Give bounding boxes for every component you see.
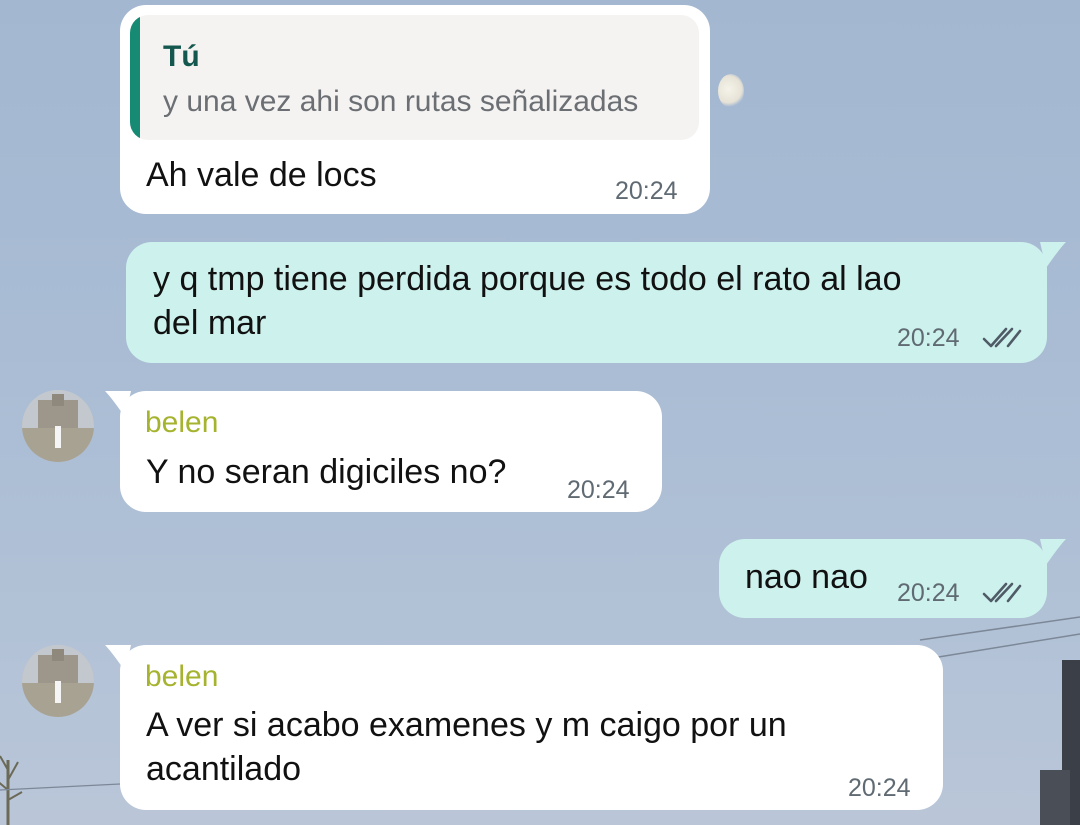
message-bubble-outgoing[interactable]: nao nao 20:24 [719,539,1047,618]
double-check-icon [982,327,1022,348]
message-time: 20:24 [897,324,960,352]
message-time: 20:24 [567,476,630,504]
bubble-tail [105,645,131,671]
avatar[interactable] [22,390,94,462]
message-time: 20:24 [615,177,678,205]
bubble-tail [105,391,131,417]
message-text-line: y q tmp tiene perdida porque es todo el … [153,260,902,298]
message-bubble-incoming[interactable]: belen A ver si acabo examenes y m caigo … [120,645,943,810]
bubble-tail [1040,242,1066,268]
message-text: nao nao [745,558,868,596]
avatar[interactable] [22,645,94,717]
double-check-icon [982,582,1022,603]
message-text: Y no seran digiciles no? [146,453,507,491]
message-time: 20:24 [848,774,911,802]
message-text-line: A ver si acabo examenes y m caigo por un [146,706,787,744]
message-bubble-outgoing[interactable]: y q tmp tiene perdida porque es todo el … [126,242,1047,363]
quote-text: y una vez ahi son rutas señalizadas [163,85,639,118]
sender-name: belen [145,406,219,439]
message-text-line: acantilado [146,750,302,788]
message-bubble-reply[interactable]: Tú y una vez ahi son rutas señalizadas A… [120,5,710,214]
message-time: 20:24 [897,579,960,607]
message-bubble-incoming[interactable]: belen Y no seran digiciles no? 20:24 [120,391,662,512]
quote-author: Tú [163,40,200,73]
sender-name: belen [145,660,219,693]
quote-accent-bar [130,15,140,140]
background-moon [718,74,744,108]
reply-quote[interactable]: Tú y una vez ahi son rutas señalizadas [130,15,699,140]
message-text: Ah vale de locs [146,156,377,194]
bubble-tail [1040,539,1066,565]
message-text-line: del mar [153,304,267,342]
